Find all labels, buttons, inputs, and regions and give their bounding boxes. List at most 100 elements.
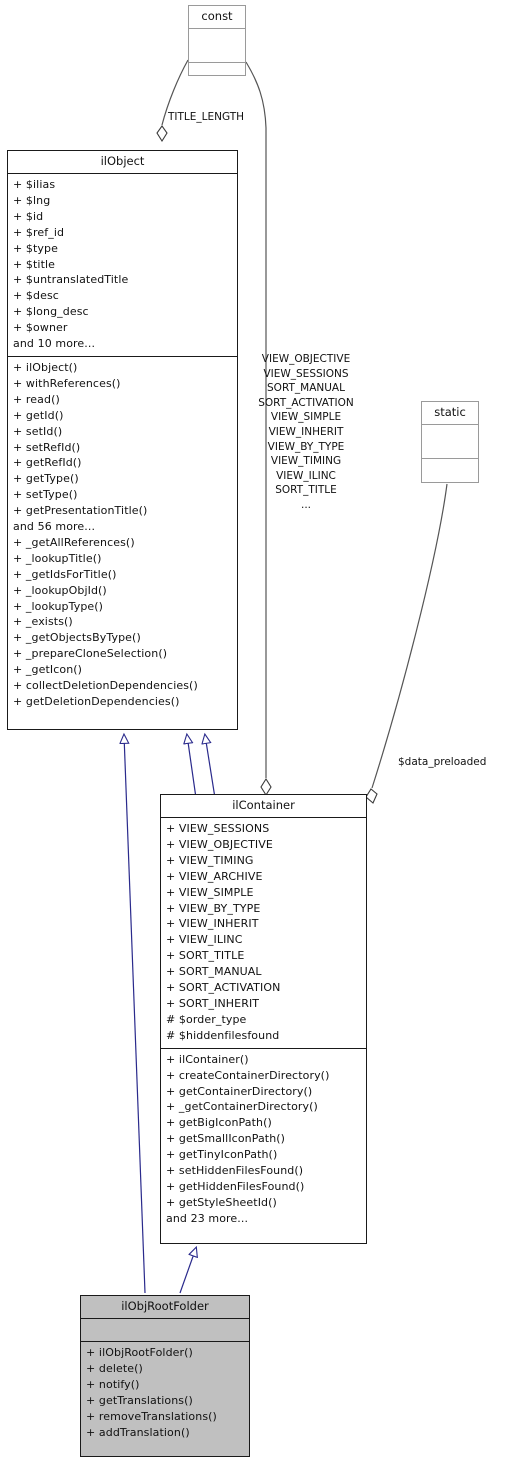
edge-label-line: VIEW_BY_TYPE (267, 440, 345, 453)
operation-item: + setType() (13, 488, 78, 502)
operation-item: + getHiddenFilesFound() (166, 1179, 305, 1193)
operation-item: + _getIcon() (13, 663, 83, 677)
attribute-item: + VIEW_OBJECTIVE (166, 837, 273, 851)
attribute-item: + $type (13, 241, 58, 255)
class-operations-ilobjrootfolder: + ilObjRootFolder() + delete() + notify(… (81, 1342, 249, 1444)
operation-overflow: and 23 more... (166, 1211, 249, 1225)
edge-label-line: VIEW_OBJECTIVE (261, 353, 351, 365)
attribute-item: + SORT_TITLE (166, 949, 245, 963)
attribute-item: + SORT_MANUAL (166, 965, 262, 979)
attribute-item: + VIEW_SIMPLE (166, 885, 254, 899)
attribute-item: + $id (13, 209, 44, 223)
uml-class-diagram-canvas: const TITLE_LENGTH VIEW_OBJECTIVE VIEW_S… (0, 0, 515, 1464)
edge-ilcontainer-to-ilobject (187, 735, 216, 799)
attribute-item: + VIEW_ARCHIVE (166, 869, 263, 883)
attribute-item: + $untranslatedTitle (13, 273, 129, 287)
operation-item: + createContainerDirectory() (166, 1068, 330, 1082)
operation-item: + withReferences() (13, 376, 121, 390)
operation-item: + setId() (13, 424, 63, 438)
operation-item: + delete() (86, 1361, 143, 1375)
operation-item: + ilObjRootFolder() (86, 1346, 193, 1359)
attribute-item: + $long_desc (13, 305, 89, 319)
operation-item: + getBigIconPath() (166, 1116, 272, 1130)
attribute-item: # $order_type (166, 1012, 247, 1026)
operation-item: + _lookupType() (13, 599, 104, 613)
operation-item: + getPresentationTitle() (13, 504, 148, 518)
operation-item: + removeTranslations() (86, 1409, 217, 1423)
class-box-ilcontainer[interactable]: ilContainer + VIEW_SESSIONS + VIEW_OBJEC… (160, 794, 367, 1244)
operation-item: + getTinyIconPath() (166, 1148, 278, 1162)
attribute-item: + $ref_id (13, 225, 65, 239)
edge-label-const-constants: VIEW_OBJECTIVE VIEW_SESSIONS SORT_MANUAL… (248, 352, 364, 513)
operation-item: + _prepareCloneSelection() (13, 647, 168, 661)
attribute-overflow: and 10 more... (13, 337, 96, 351)
attribute-item: + $ilias (13, 178, 56, 191)
edge-label-line: VIEW_TIMING (270, 455, 342, 468)
edge-ilobjrootfolder-to-ilcontainer (179, 1248, 196, 1294)
operation-overflow: and 56 more... (13, 520, 96, 534)
class-operations-const (189, 63, 245, 96)
attribute-item: + VIEW_BY_TYPE (166, 901, 261, 915)
class-operations-ilobject: + ilObject() + withReferences() + read()… (8, 357, 237, 714)
class-name-ilobjrootfolder: ilObjRootFolder (81, 1296, 249, 1319)
attribute-item: # $hiddenfilesfound (166, 1028, 280, 1042)
operation-item: + ilContainer() (166, 1052, 249, 1066)
operation-item: + _getAllReferences() (13, 535, 135, 549)
class-box-static[interactable]: static (421, 401, 479, 483)
attribute-item: + $owner (13, 321, 68, 335)
class-attributes-ilcontainer: + VIEW_SESSIONS + VIEW_OBJECTIVE + VIEW_… (161, 818, 366, 1049)
class-box-const[interactable]: const (188, 5, 246, 76)
attribute-item: + VIEW_SESSIONS (166, 822, 270, 835)
class-attributes-const (189, 29, 245, 63)
edge-label-data-preloaded: $data_preloaded (398, 756, 487, 768)
edge-label-line: VIEW_SESSIONS (263, 367, 349, 380)
class-operations-static (422, 459, 478, 492)
attribute-item: + SORT_ACTIVATION (166, 981, 281, 995)
operation-item: + getType() (13, 472, 79, 486)
operation-item: + _exists() (13, 615, 73, 629)
operation-item: + getTranslations() (86, 1393, 193, 1407)
attribute-item: + VIEW_TIMING (166, 853, 254, 867)
class-box-ilobjrootfolder[interactable]: ilObjRootFolder + ilObjRootFolder() + de… (80, 1295, 250, 1457)
operation-item: + _lookupObjId() (13, 583, 107, 597)
class-attributes-static (422, 425, 478, 459)
operation-item: + notify() (86, 1377, 140, 1391)
attribute-item: + VIEW_ILINC (166, 933, 243, 947)
class-operations-ilcontainer: + ilContainer() + createContainerDirecto… (161, 1049, 366, 1231)
class-name-ilobject: ilObject (8, 151, 237, 174)
edge-label-line: VIEW_SIMPLE (270, 411, 342, 424)
attribute-item: + $desc (13, 289, 59, 303)
operation-item: + setHiddenFilesFound() (166, 1164, 304, 1178)
edge-label-line: SORT_TITLE (275, 484, 337, 497)
operation-item: + read() (13, 392, 60, 406)
operation-item: + _lookupTitle() (13, 551, 102, 565)
operation-item: + ilObject() (13, 360, 78, 374)
operation-item: + getStyleSheetId() (166, 1195, 277, 1209)
operation-item: + collectDeletionDependencies() (13, 679, 198, 693)
operation-item: + _getObjectsByType() (13, 631, 141, 645)
attribute-item: + VIEW_INHERIT (166, 917, 259, 931)
class-name-const: const (189, 6, 245, 29)
operation-item: + getId() (13, 408, 64, 422)
attribute-item: + SORT_INHERIT (166, 996, 260, 1010)
attribute-item: + $lng (13, 193, 51, 207)
operation-item: + _getContainerDirectory() (166, 1100, 318, 1114)
operation-item: + getContainerDirectory() (166, 1084, 313, 1098)
class-attributes-ilobjrootfolder (81, 1319, 249, 1342)
operation-item: + getDeletionDependencies() (13, 695, 180, 708)
class-box-ilobject[interactable]: ilObject + $ilias + $lng + $id + $ref_id… (7, 150, 238, 730)
edge-ilobjrootfolder-to-ilobject (124, 735, 146, 1294)
edge-label-line: ... (300, 498, 311, 511)
class-attributes-ilobject: + $ilias + $lng + $id + $ref_id + $type … (8, 174, 237, 357)
edge-label-line: VIEW_INHERIT (268, 425, 344, 438)
edge-label-line: SORT_MANUAL (267, 382, 345, 395)
edge-const-to-ilobject (156, 59, 189, 143)
attribute-item: + $title (13, 257, 56, 271)
operation-item: + setRefId() (13, 440, 81, 454)
operation-item: + _getIdsForTitle() (13, 567, 117, 581)
operation-item: + addTranslation() (86, 1425, 190, 1439)
operation-item: + getRefId() (13, 456, 82, 470)
operation-item: + getSmallIconPath() (166, 1132, 286, 1146)
edge-label-line: VIEW_ILINC (276, 469, 336, 482)
edge-label-line: SORT_ACTIVATION (258, 396, 354, 409)
